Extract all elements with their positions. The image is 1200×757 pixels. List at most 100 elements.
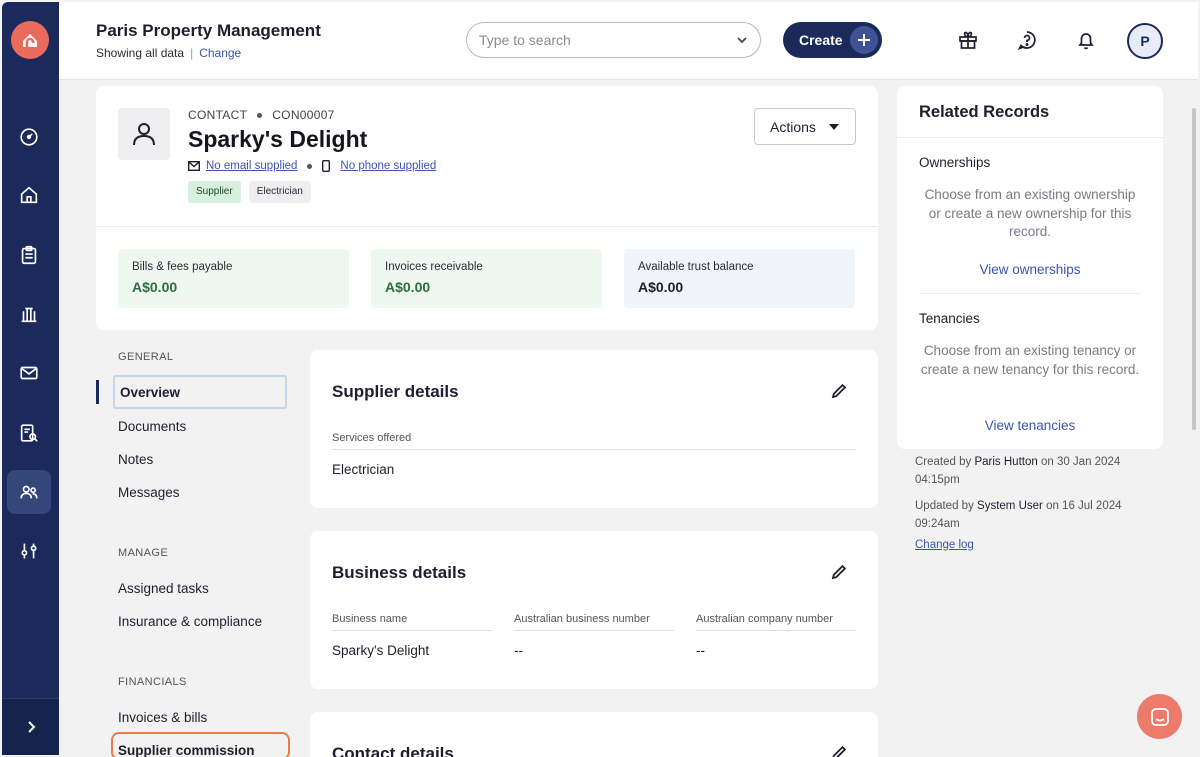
contact-summary-card: CONTACT CON00007 Sparky's Delight No ema… [96,86,878,330]
global-search[interactable] [466,22,761,58]
business-details-card: Business details Business name Australia… [310,531,878,689]
report-search-icon [20,424,38,442]
nav-dashboard[interactable] [7,115,51,159]
top-header: Paris Property Management Showing all da… [59,2,1198,80]
bell-icon[interactable] [1074,28,1098,52]
dashboard-gauge-icon [20,128,38,146]
ownerships-description: Choose from an existing ownership or cre… [924,187,1136,239]
nav-messages[interactable] [7,351,51,395]
field-value: -- [696,643,705,658]
related-records-panel: Related Records Ownerships Choose from a… [897,86,1163,449]
created-prefix: Created by [915,456,972,468]
field-label: Australian business number [514,613,674,631]
stat-value: A$0.00 [638,279,684,295]
mail-icon [188,161,200,171]
subnav-assigned-tasks[interactable]: Assigned tasks [113,571,287,605]
actions-dropdown-button[interactable]: Actions [754,108,856,145]
field-value: Sparky's Delight [332,643,430,658]
user-avatar[interactable]: P [1127,23,1163,59]
nav-contacts[interactable] [7,470,51,514]
tenancies-title: Tenancies [919,311,980,326]
updated-info: Updated by System User on 16 Jul 2024 09… [915,497,1145,533]
panel-title: Related Records [919,103,1050,121]
mail-icon [20,366,38,380]
data-scope-text: Showing all data [96,46,185,60]
divider [919,293,1141,294]
app-logo[interactable] [11,21,49,59]
field-label: Australian company number [696,613,856,631]
view-ownerships-link[interactable]: View ownerships [919,262,1141,277]
caret-down-icon [829,124,839,130]
contact-tags: Supplier Electrician [188,181,311,203]
nav-financials[interactable] [7,292,51,336]
subnav-documents[interactable]: Documents [113,409,287,443]
stat-bills-payable: Bills & fees payable A$0.00 [118,249,349,308]
chat-launcher-button[interactable] [1137,694,1182,739]
field-value: -- [514,643,523,658]
subnav-overview[interactable]: Overview [113,375,287,409]
chevron-right-icon [27,721,35,733]
section-title: Supplier details [332,382,459,401]
nav-properties[interactable] [7,173,51,217]
email-link[interactable]: No email supplied [206,160,297,172]
created-info: Created by Paris Hutton on 30 Jan 2024 0… [915,453,1145,489]
chat-icon [1150,707,1169,726]
pencil-icon[interactable] [830,744,848,757]
stat-label: Bills & fees payable [132,261,233,273]
stat-invoices-receivable: Invoices receivable A$0.00 [371,249,602,308]
scrollbar[interactable] [1192,108,1196,430]
contact-type: CONTACT [188,108,248,122]
separator: | [190,46,194,60]
tag-electrician: Electrician [248,181,311,203]
stat-trust-balance: Available trust balance A$0.00 [624,249,855,308]
subnav-notes[interactable]: Notes [113,442,287,476]
separator-dot [307,163,313,169]
org-subtitle: Showing all data | Change [96,46,241,60]
field-value: Electrician [332,462,395,477]
help-icon[interactable] [1015,28,1039,52]
subnav-heading-manage: MANAGE [118,547,169,559]
contact-methods: No email supplied No phone supplied [188,160,436,172]
contact-id: CON00007 [272,108,335,122]
change-scope-link[interactable]: Change [199,46,241,60]
ownerships-title: Ownerships [919,155,991,170]
tag-supplier: Supplier [188,181,241,203]
active-indicator [96,380,99,404]
section-title: Business details [332,563,467,582]
chevron-down-icon[interactable] [736,34,748,46]
nav-reports[interactable] [7,411,51,455]
nav-settings[interactable] [7,529,51,573]
divider [96,226,878,227]
phone-icon [322,160,331,172]
subnav-insurance-compliance[interactable]: Insurance & compliance [113,604,287,638]
stat-value: A$0.00 [132,279,178,295]
create-button[interactable]: Create [783,22,882,58]
logo-mark-icon [23,34,37,47]
change-log-link[interactable]: Change log [915,539,974,551]
field-label: Business name [332,613,492,631]
subnav-messages[interactable]: Messages [113,475,287,509]
updated-user: System User [977,500,1043,512]
subnav-supplier-commission[interactable]: Supplier commission [111,732,290,757]
subnav-invoices-bills[interactable]: Invoices & bills [113,700,287,734]
org-title: Paris Property Management [96,21,321,40]
person-icon [118,108,170,160]
pencil-icon[interactable] [830,382,848,400]
phone-link[interactable]: No phone supplied [340,160,436,172]
created-user: Paris Hutton [974,456,1038,468]
home-icon [20,186,38,204]
view-tenancies-link[interactable]: View tenancies [919,418,1141,433]
gift-icon[interactable] [956,28,980,52]
pencil-icon[interactable] [830,563,848,581]
contact-meta: CONTACT CON00007 [188,108,335,122]
tenancies-description: Choose from an existing tenancy or creat… [920,343,1140,377]
contact-name: Sparky's Delight [188,126,368,152]
actions-label: Actions [770,118,816,135]
nav-tasks[interactable] [7,233,51,277]
expand-sidebar-button[interactable] [2,698,59,755]
subnav-heading-financials: FINANCIALS [118,676,187,688]
clipboard-icon [21,245,37,265]
create-label: Create [799,32,843,48]
search-input[interactable] [479,32,736,48]
stat-value: A$0.00 [385,279,431,295]
